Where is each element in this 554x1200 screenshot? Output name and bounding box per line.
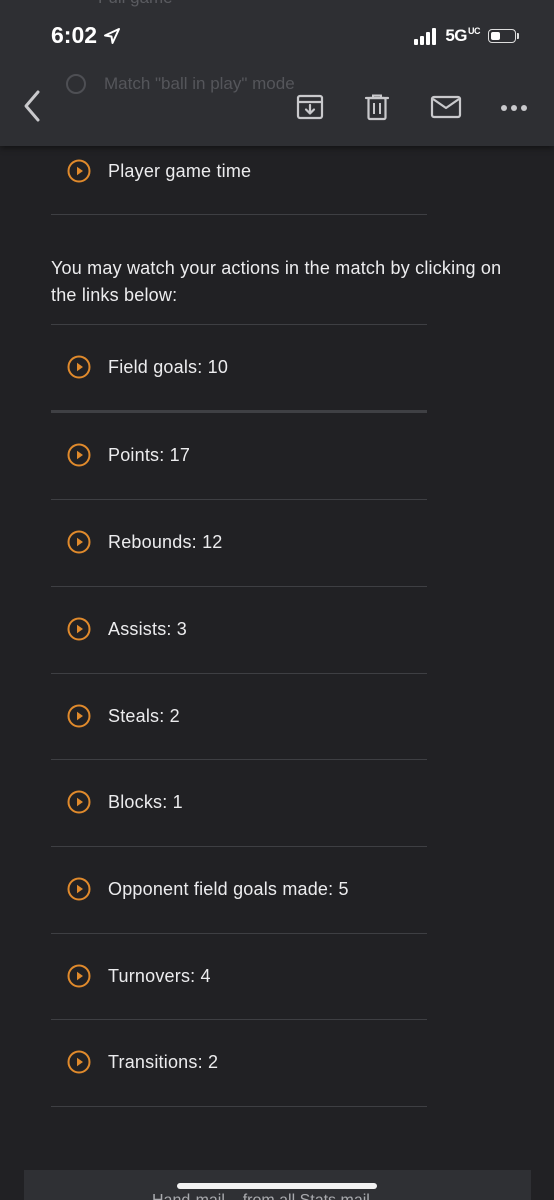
link-transitions[interactable]: Transitions: 2 — [51, 1050, 427, 1074]
divider — [51, 410, 427, 413]
divider — [51, 1019, 427, 1020]
link-blocks[interactable]: Blocks: 1 — [51, 790, 427, 814]
play-circle-icon — [67, 530, 91, 554]
link-label: Steals: 2 — [108, 705, 180, 726]
signal-icon — [414, 27, 438, 45]
link-label: Transitions: 2 — [108, 1051, 219, 1072]
play-circle-icon — [67, 443, 91, 467]
app-header: Full game Match "ball in play" mode 6:02… — [0, 0, 554, 146]
play-circle-icon — [67, 159, 91, 183]
link-label: Assists: 3 — [108, 618, 188, 639]
scrolled-row-label: Match "ball in play" mode — [104, 74, 295, 93]
link-assists[interactable]: Assists: 3 — [51, 617, 427, 641]
archive-button[interactable] — [296, 93, 324, 126]
divider — [51, 214, 427, 215]
link-label: Field goals: 10 — [108, 356, 229, 377]
divider — [51, 933, 427, 934]
link-label: Opponent field goals made: 5 — [108, 878, 349, 899]
time-text: 6:02 — [51, 22, 98, 48]
mail-icon — [430, 95, 462, 119]
trash-icon — [364, 94, 390, 121]
scrolled-text: Full game — [98, 0, 173, 8]
link-label: Player game time — [108, 160, 252, 181]
scrolled-row: Match "ball in play" mode — [66, 74, 295, 94]
play-circle-icon — [67, 964, 91, 988]
link-field-goals[interactable]: Field goals: 10 — [51, 355, 427, 379]
link-label: Points: 17 — [108, 444, 191, 465]
divider — [51, 846, 427, 847]
link-rebounds[interactable]: Rebounds: 12 — [51, 530, 427, 554]
battery-icon — [488, 29, 519, 43]
location-arrow-icon — [104, 27, 121, 44]
link-points[interactable]: Points: 17 — [51, 443, 427, 467]
play-circle-icon — [67, 877, 91, 901]
divider — [51, 673, 427, 674]
link-turnovers[interactable]: Turnovers: 4 — [51, 964, 427, 988]
network-type: 5GUC — [445, 26, 480, 45]
link-opponent-field-goals[interactable]: Opponent field goals made: 5 — [51, 877, 427, 901]
divider — [51, 1106, 427, 1107]
play-circle-icon — [66, 74, 86, 94]
link-label: Turnovers: 4 — [108, 965, 211, 986]
divider — [51, 759, 427, 760]
play-circle-icon — [67, 1050, 91, 1074]
more-button[interactable] — [500, 100, 528, 118]
link-player-game-time[interactable]: Player game time — [51, 159, 427, 183]
more-horizontal-icon — [501, 105, 527, 111]
link-steals[interactable]: Steals: 2 — [51, 704, 427, 728]
status-time: 6:02 — [51, 22, 121, 49]
link-label: Blocks: 1 — [108, 791, 183, 812]
divider — [51, 499, 427, 500]
play-circle-icon — [67, 617, 91, 641]
play-circle-icon — [67, 790, 91, 814]
delete-button[interactable] — [363, 93, 391, 126]
mark-unread-button[interactable] — [430, 95, 462, 124]
chevron-left-icon — [24, 90, 40, 122]
status-indicators: 5GUC — [414, 26, 519, 46]
play-circle-icon — [67, 355, 91, 379]
link-label: Rebounds: 12 — [108, 531, 223, 552]
back-button[interactable] — [18, 88, 46, 129]
divider — [51, 586, 427, 587]
archive-icon — [296, 94, 324, 120]
intro-text: You may watch your actions in the match … — [51, 258, 502, 305]
divider — [51, 324, 427, 325]
home-indicator[interactable] — [177, 1183, 377, 1189]
play-circle-icon — [67, 704, 91, 728]
footer-text: Hand-mail... from all Stats mail — [152, 1192, 370, 1200]
